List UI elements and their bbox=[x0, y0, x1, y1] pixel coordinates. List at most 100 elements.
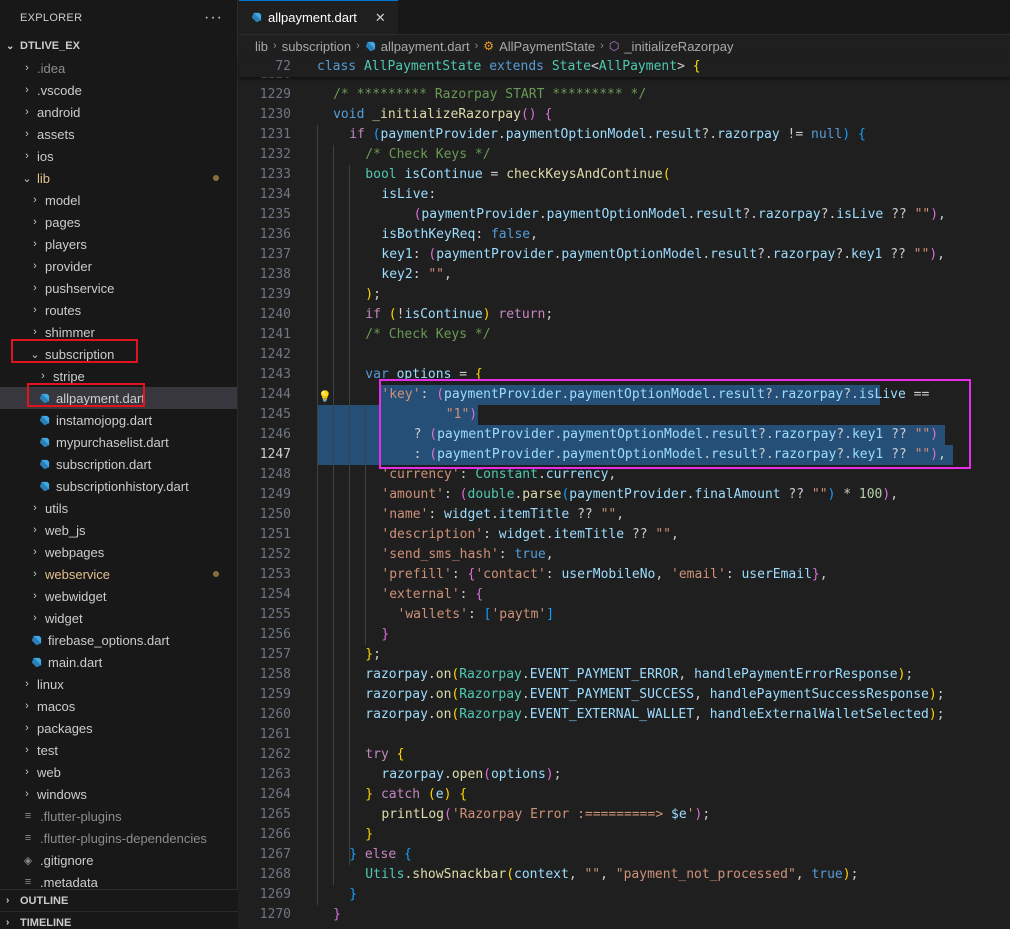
tree-item-ios[interactable]: › ios bbox=[0, 145, 237, 167]
code-line[interactable]: 1262 try { bbox=[239, 745, 1010, 765]
code-line[interactable]: 1257}; bbox=[239, 645, 1010, 665]
code-line[interactable]: 1263 razorpay.open(options); bbox=[239, 765, 1010, 785]
code-line[interactable]: 1251 'description': widget.itemTitle ?? "… bbox=[239, 525, 1010, 545]
indent-guide bbox=[317, 845, 318, 865]
code-line[interactable]: 1268 Utils.showSnackbar(context, "", "pay… bbox=[239, 865, 1010, 885]
code-line[interactable]: 1240 if (!isContinue) return; bbox=[239, 305, 1010, 325]
tree-item-vscode[interactable]: › .vscode bbox=[0, 79, 237, 101]
tree-item-subscription-dart[interactable]: subscription.dart bbox=[0, 453, 237, 475]
code-line[interactable]: 1248 'currency': Constant.currency, bbox=[239, 465, 1010, 485]
code-line[interactable]: 1250 'name': widget.itemTitle ?? "", bbox=[239, 505, 1010, 525]
code-line[interactable]: 1233 bool isContinue = checkKeysAndContin… bbox=[239, 165, 1010, 185]
code-line[interactable]: 1259 razorpay.on(Razorpay.EVENT_PAYMENT_S… bbox=[239, 685, 1010, 705]
project-folder-header[interactable]: ⌄ DTLIVE_EX bbox=[0, 35, 237, 57]
breadcrumb-class[interactable]: AllPaymentState bbox=[499, 39, 595, 54]
code-line[interactable]: 1252 'send_sms_hash': true, bbox=[239, 545, 1010, 565]
code-line[interactable]: 1265 printLog('Razorpay Error :=========>… bbox=[239, 805, 1010, 825]
lightbulb-icon[interactable]: 💡 bbox=[318, 387, 332, 407]
close-icon[interactable]: ✕ bbox=[375, 10, 386, 26]
code-line[interactable]: 1264} catch (e) { bbox=[239, 785, 1010, 805]
tree-item-subscription[interactable]: ⌄ subscription bbox=[0, 343, 237, 365]
code-line[interactable]: 1243 var options = { bbox=[239, 365, 1010, 385]
code-line[interactable]: 1246 ? (paymentProvider.paymentOptionMode… bbox=[239, 425, 1010, 445]
code-line[interactable]: 1232 /* Check Keys */ bbox=[239, 145, 1010, 165]
tree-item-android[interactable]: › android bbox=[0, 101, 237, 123]
code-line[interactable]: 1231 if (paymentProvider.paymentOptionMod… bbox=[239, 125, 1010, 145]
tree-item-pushservice[interactable]: › pushservice bbox=[0, 277, 237, 299]
tree-item-assets[interactable]: › assets bbox=[0, 123, 237, 145]
tree-item-lib[interactable]: ⌄ lib bbox=[0, 167, 237, 189]
timeline-section-header[interactable]: › TIMELINE bbox=[0, 911, 238, 929]
tree-item-allpayment-dart[interactable]: allpayment.dart bbox=[0, 387, 237, 409]
code-line[interactable]: 1253 'prefill': {'contact': userMobileNo,… bbox=[239, 565, 1010, 585]
tree-item-subscriptionhistory-dart[interactable]: subscriptionhistory.dart bbox=[0, 475, 237, 497]
tree-item-webpages[interactable]: › webpages bbox=[0, 541, 237, 563]
code-line[interactable]: 1254 'external': { bbox=[239, 585, 1010, 605]
code-line[interactable]: 1260 razorpay.on(Razorpay.EVENT_EXTERNAL_… bbox=[239, 705, 1010, 725]
tree-item-stripe[interactable]: › stripe bbox=[0, 365, 237, 387]
code-line[interactable]: 1247: (paymentProvider.paymentOptionMode… bbox=[239, 445, 1010, 465]
tree-item-mypurchaselist-dart[interactable]: mypurchaselist.dart bbox=[0, 431, 237, 453]
tree-item-model[interactable]: › model bbox=[0, 189, 237, 211]
code-line[interactable]: 1236 isBothKeyReq: false, bbox=[239, 225, 1010, 245]
code-line[interactable]: 1269} bbox=[239, 885, 1010, 905]
tree-item-packages[interactable]: › packages bbox=[0, 717, 237, 739]
tree-item-pages[interactable]: › pages bbox=[0, 211, 237, 233]
tree-item-players[interactable]: › players bbox=[0, 233, 237, 255]
code-line[interactable]: 1244 💡 'key': (paymentProvider.paymentOpti… bbox=[239, 385, 1010, 405]
code-line[interactable]: 1270} bbox=[239, 905, 1010, 925]
tree-item-instamojopg-dart[interactable]: instamojopg.dart bbox=[0, 409, 237, 431]
indent-guide bbox=[349, 625, 351, 645]
code-line[interactable]: 1234 isLive: bbox=[239, 185, 1010, 205]
code-line[interactable]: 1229 /* ********* Razorpay START ********… bbox=[239, 85, 1010, 105]
tree-item-widget[interactable]: › widget bbox=[0, 607, 237, 629]
code-line[interactable]: 1256} bbox=[239, 625, 1010, 645]
indent-guide bbox=[349, 825, 351, 845]
code-line[interactable]: 1230 void _initializeRazorpay() { bbox=[239, 105, 1010, 125]
code-line[interactable]: 1245 "1") bbox=[239, 405, 1010, 425]
code-line[interactable]: 1258 razorpay.on(Razorpay.EVENT_PAYMENT_E… bbox=[239, 665, 1010, 685]
tree-item-test[interactable]: › test bbox=[0, 739, 237, 761]
code-line[interactable]: 1267} else { bbox=[239, 845, 1010, 865]
breadcrumb-lib[interactable]: lib bbox=[255, 39, 268, 54]
tree-item-web[interactable]: › web bbox=[0, 761, 237, 783]
tree-item-macos[interactable]: › macos bbox=[0, 695, 237, 717]
tree-item-firebase-options-dart[interactable]: firebase_options.dart bbox=[0, 629, 237, 651]
code-line[interactable]: 1249 'amount': (double.parse(paymentProvi… bbox=[239, 485, 1010, 505]
tree-item-linux[interactable]: › linux bbox=[0, 673, 237, 695]
code-line[interactable]: 1241 /* Check Keys */ bbox=[239, 325, 1010, 345]
tree-item-gitignore[interactable]: ◈ .gitignore bbox=[0, 849, 237, 871]
tree-item-idea[interactable]: › .idea bbox=[0, 57, 237, 79]
sticky-scroll-line[interactable]: 72 class AllPaymentState extends State<Al… bbox=[239, 57, 1010, 77]
breadcrumb-method[interactable]: _initializeRazorpay bbox=[624, 39, 733, 54]
tree-item-webwidget[interactable]: › webwidget bbox=[0, 585, 237, 607]
tree-item-windows[interactable]: › windows bbox=[0, 783, 237, 805]
tree-item-label: webservice bbox=[45, 566, 111, 582]
tree-item-flutter-plugins[interactable]: ≡ .flutter-plugins bbox=[0, 805, 237, 827]
breadcrumb-file[interactable]: allpayment.dart bbox=[381, 39, 470, 54]
tab-allpayment[interactable]: allpayment.dart ✕ bbox=[239, 0, 398, 34]
code-line[interactable]: 1261 bbox=[239, 725, 1010, 745]
code-line[interactable]: 1235 (paymentProvider.paymentOptionModel.… bbox=[239, 205, 1010, 225]
tree-item-shimmer[interactable]: › shimmer bbox=[0, 321, 237, 343]
code-line[interactable]: 1266} bbox=[239, 825, 1010, 845]
tree-item-provider[interactable]: › provider bbox=[0, 255, 237, 277]
tree-item-flutter-plugins-dependencies[interactable]: ≡ .flutter-plugins-dependencies bbox=[0, 827, 237, 849]
code-line[interactable]: 1237 key1: (paymentProvider.paymentOption… bbox=[239, 245, 1010, 265]
tree-item-main-dart[interactable]: main.dart bbox=[0, 651, 237, 673]
code-line[interactable]: 1255 'wallets': ['paytm'] bbox=[239, 605, 1010, 625]
code-text: }; bbox=[365, 647, 381, 662]
tree-item-webservice[interactable]: › webservice bbox=[0, 563, 237, 585]
outline-section-header[interactable]: › OUTLINE bbox=[0, 889, 238, 911]
tree-item-label: widget bbox=[45, 610, 83, 626]
tree-item-utils[interactable]: › utils bbox=[0, 497, 237, 519]
code-line[interactable]: 1238 key2: "", bbox=[239, 265, 1010, 285]
code-line[interactable]: 1242 bbox=[239, 345, 1010, 365]
breadcrumb-subscription[interactable]: subscription bbox=[282, 39, 351, 54]
code-line[interactable]: 1239); bbox=[239, 285, 1010, 305]
line-number: 1268 bbox=[259, 867, 291, 882]
tree-item-routes[interactable]: › routes bbox=[0, 299, 237, 321]
tree-item-web-js[interactable]: › web_js bbox=[0, 519, 237, 541]
more-actions-icon[interactable]: ··· bbox=[204, 9, 223, 27]
chevron-right-icon: › bbox=[6, 895, 10, 906]
